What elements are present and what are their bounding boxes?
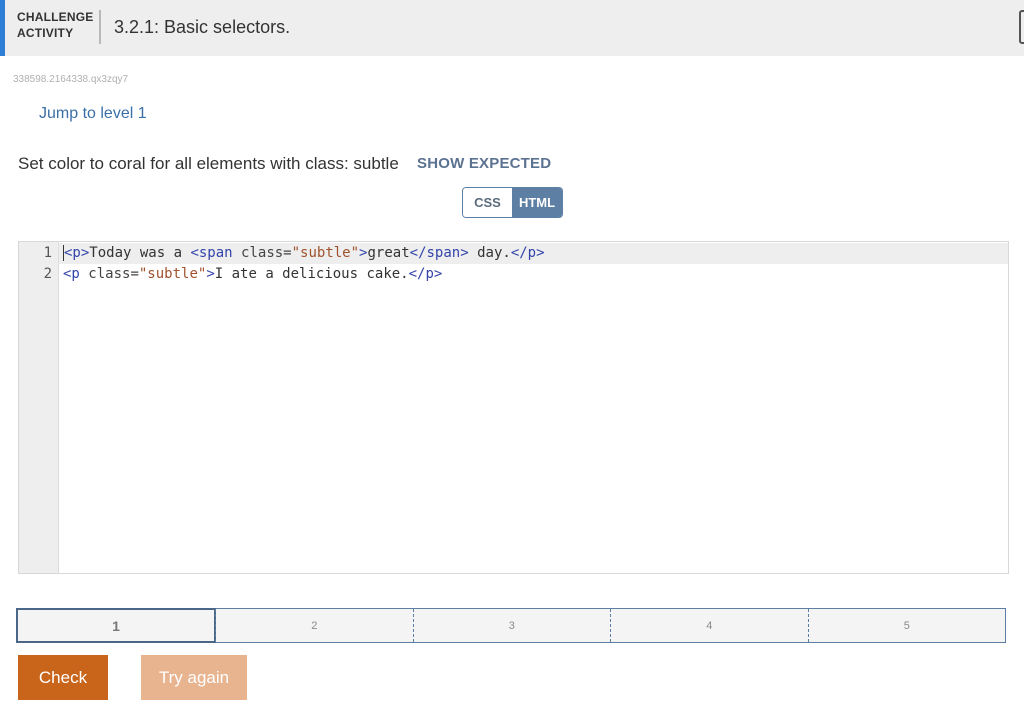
try-again-button[interactable]: Try again	[141, 655, 247, 700]
code-token: I ate a delicious cake.	[214, 266, 409, 282]
code-token: great	[367, 245, 410, 261]
code-token: "subtle"	[291, 245, 360, 261]
check-button[interactable]: Check	[18, 655, 108, 700]
header-accent-bar	[0, 0, 5, 56]
level-4-button[interactable]: 4	[610, 609, 808, 642]
line-number: 1	[43, 245, 52, 261]
header-divider	[99, 10, 101, 44]
level-progress-bar: 1 2 3 4 5	[16, 608, 1006, 643]
label-line-2: ACTIVITY	[17, 26, 74, 40]
code-token: </p>	[408, 266, 443, 282]
challenge-header: CHALLENGE ACTIVITY 3.2.1: Basic selector…	[0, 0, 1024, 56]
code-token: day.	[468, 245, 511, 261]
line-number: 2	[43, 266, 52, 282]
code-token: "subtle"	[138, 266, 207, 282]
code-token: >	[206, 266, 215, 282]
challenge-activity-label: CHALLENGE ACTIVITY	[17, 9, 97, 41]
jump-to-level-link[interactable]: Jump to level 1	[39, 105, 147, 123]
tab-css[interactable]: CSS	[463, 188, 512, 217]
instructions-text: Set color to coral for all elements with…	[18, 154, 399, 173]
activity-id: 338598.2164338.qx3zqy7	[13, 74, 129, 85]
code-line-1[interactable]: <p>Today was a <span class="subtle">grea…	[63, 243, 545, 264]
code-token: <p>	[64, 245, 90, 261]
level-3-button[interactable]: 3	[412, 609, 611, 642]
code-token: class=	[88, 266, 139, 282]
label-line-1: CHALLENGE	[17, 10, 94, 24]
tab-html[interactable]: HTML	[512, 188, 562, 217]
code-token: class=	[241, 245, 292, 261]
show-expected-button[interactable]: SHOW EXPECTED	[417, 155, 551, 172]
css-html-toggle[interactable]: CSS HTML	[462, 187, 563, 218]
code-token: <p	[63, 266, 89, 282]
code-line-2[interactable]: <p class="subtle">I ate a delicious cake…	[63, 264, 442, 285]
level-1-button[interactable]: 1	[16, 608, 216, 643]
level-2-button[interactable]: 2	[215, 609, 413, 642]
activity-title: 3.2.1: Basic selectors.	[114, 17, 291, 37]
code-token: <span	[190, 245, 242, 261]
code-token: Today was a	[89, 245, 191, 261]
code-editor[interactable]: 1 2 <p>Today was a <span class="subtle">…	[18, 241, 1009, 574]
code-token: </span>	[409, 245, 469, 261]
code-token: </p>	[510, 245, 545, 261]
level-5-button[interactable]: 5	[807, 609, 1006, 642]
header-edge-control[interactable]	[1019, 10, 1024, 44]
line-number-gutter: 1 2	[19, 242, 59, 573]
